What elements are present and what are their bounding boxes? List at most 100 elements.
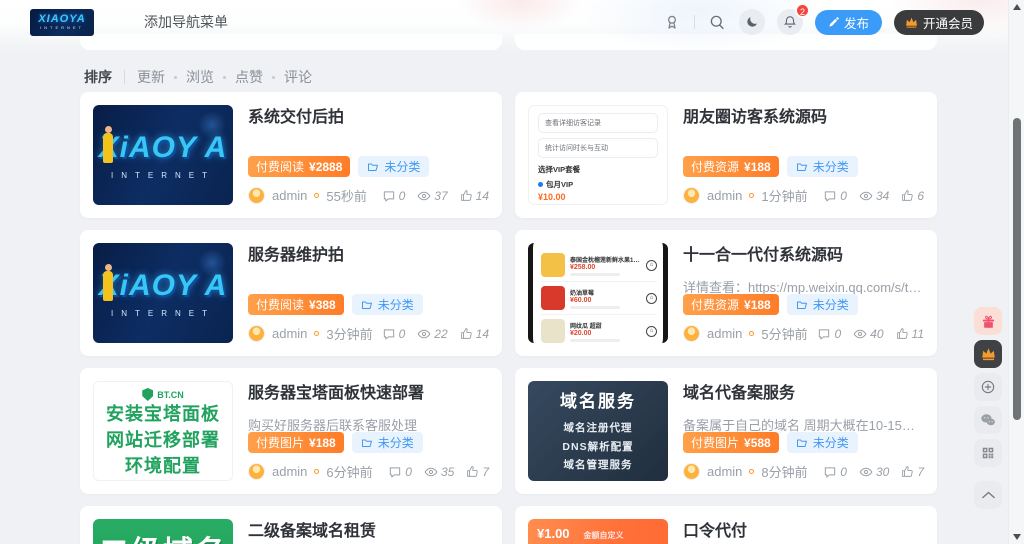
scrollbar-up-arrow[interactable]	[1013, 4, 1021, 10]
like-count[interactable]: 7	[466, 465, 489, 479]
paid-badge-label: 付费图片	[256, 436, 305, 450]
sort-option-update[interactable]: 更新	[137, 67, 165, 87]
crown-icon[interactable]	[974, 340, 1002, 368]
like-count-value: 7	[917, 464, 924, 479]
comment-count[interactable]: 0	[817, 327, 841, 341]
category-badge[interactable]: 未分类	[351, 432, 423, 453]
avatar[interactable]	[248, 187, 265, 204]
post-title[interactable]: 朋友圈访客系统源码	[683, 107, 924, 129]
search-icon[interactable]	[707, 12, 727, 32]
post-title[interactable]: 服务器宝塔面板快速部署	[248, 383, 489, 403]
thumbs-up-icon	[460, 328, 472, 339]
scrollbar-thumb[interactable]	[1013, 118, 1021, 420]
category-badge[interactable]: 未分类	[786, 432, 858, 453]
site-logo[interactable]: XIAOYA INTERNET	[30, 8, 94, 36]
folder-icon	[361, 439, 372, 447]
post-title[interactable]: 域名代备案服务	[683, 383, 924, 403]
post-thumbnail[interactable]: ¥1.00金额自定义实际金额以付款人确认付款时为准	[528, 519, 668, 544]
post-title[interactable]: 二级备案域名租赁	[248, 521, 489, 543]
post-card[interactable]: XiAOY A INTERNET 系统交付后拍 付费阅读 ¥2888 未分类 ad…	[80, 92, 502, 218]
plus-circle-icon[interactable]	[974, 373, 1002, 401]
sort-option-views[interactable]: 浏览	[186, 67, 214, 87]
gift-icon[interactable]	[974, 307, 1002, 335]
award-icon[interactable]	[662, 12, 682, 32]
eye-icon	[859, 467, 873, 476]
post-card[interactable]: XiAOY A INTERNET 服务器维护拍 付费阅读 ¥388 未分类 adm…	[80, 230, 502, 356]
sort-dot	[174, 75, 177, 79]
back-to-top-icon[interactable]	[974, 481, 1002, 509]
author-name[interactable]: admin	[272, 464, 307, 479]
post-card[interactable]: 域名服务 域名注册代理 DNS解析配置 域名管理服务 域名代备案服务 备案属于自己的域…	[515, 368, 937, 494]
avatar[interactable]	[683, 463, 700, 480]
comment-count[interactable]: 0	[382, 189, 405, 203]
post-card[interactable]: 查看详细访客记录 统计访问时长与互动 选择VIP套餐 包月VIP ¥10.00 朋友圈访…	[515, 92, 937, 218]
qrcode-icon[interactable]	[974, 439, 1002, 467]
view-count-value: 30	[875, 464, 890, 479]
view-count-value: 34	[875, 188, 890, 203]
category-badge[interactable]: 未分类	[786, 294, 858, 315]
paid-badge-price: ¥188	[744, 297, 771, 312]
avatar[interactable]	[683, 187, 700, 204]
author-name[interactable]: admin	[272, 326, 307, 341]
avatar[interactable]	[248, 463, 265, 480]
category-badge[interactable]: 未分类	[351, 294, 423, 315]
category-label: 未分类	[812, 298, 849, 312]
comment-count[interactable]: 0	[823, 189, 847, 203]
comment-count[interactable]: 0	[388, 465, 412, 479]
comment-count[interactable]: 0	[823, 465, 847, 479]
like-count[interactable]: 14	[460, 327, 489, 341]
eye-icon	[853, 329, 867, 338]
category-badge[interactable]: 未分类	[786, 156, 858, 177]
post-thumbnail[interactable]: 查看详细访客记录 统计访问时长与互动 选择VIP套餐 包月VIP ¥10.00	[528, 105, 668, 205]
dark-mode-toggle[interactable]	[738, 9, 765, 35]
comment-icon	[383, 328, 394, 339]
like-count-value: 7	[482, 464, 489, 479]
post-title[interactable]: 服务器维护拍	[248, 245, 489, 267]
post-thumbnail[interactable]: BT.CN 安装宝塔面板 网站迁移部署 环境配置	[93, 381, 233, 481]
post-thumbnail[interactable]: XiAOY A INTERNET	[93, 243, 233, 343]
avatar[interactable]	[683, 325, 700, 342]
avatar[interactable]	[248, 325, 265, 342]
post-card[interactable]: 二级域名 二级备案域名租赁	[80, 506, 502, 544]
sort-label[interactable]: 排序	[84, 67, 112, 87]
author-name[interactable]: admin	[707, 188, 742, 203]
scrollbar[interactable]	[1008, 0, 1024, 544]
post-thumbnail[interactable]: 泰国金枕榴莲新鲜水果1… ¥258.00 ⌂ 奶油草莓 ¥60.00 ⌂ 网纹瓜 超甜 ¥20…	[528, 243, 668, 343]
post-card[interactable]: 泰国金枕榴莲新鲜水果1… ¥258.00 ⌂ 奶油草莓 ¥60.00 ⌂ 网纹瓜 超甜 ¥20…	[515, 230, 937, 356]
post-title[interactable]: 十一合一代付系统源码	[683, 245, 924, 265]
category-label: 未分类	[384, 160, 421, 174]
post-title[interactable]: 系统交付后拍	[248, 107, 489, 129]
post-card[interactable]: BT.CN 安装宝塔面板 网站迁移部署 环境配置 服务器宝塔面板快速部署 购买好服务器…	[80, 368, 502, 494]
post-thumbnail[interactable]: 域名服务 域名注册代理 DNS解析配置 域名管理服务	[528, 381, 668, 481]
author-name[interactable]: admin	[707, 326, 742, 341]
wechat-icon[interactable]	[974, 406, 1002, 434]
post-thumbnail[interactable]: XiAOY A INTERNET	[93, 105, 233, 205]
like-count-value: 14	[475, 326, 489, 341]
scrollbar-down-arrow[interactable]	[1013, 534, 1021, 540]
open-vip-button[interactable]: 开通会员	[893, 9, 984, 35]
paid-badge-label: 付费阅读	[256, 160, 305, 174]
like-count[interactable]: 7	[901, 465, 924, 479]
post-thumbnail[interactable]: 二级域名	[93, 519, 233, 544]
thumbs-up-icon	[902, 466, 913, 477]
author-level-dot	[314, 469, 320, 474]
notifications-button[interactable]: 2	[776, 3, 810, 35]
folder-icon	[796, 439, 807, 447]
sort-option-comments[interactable]: 评论	[284, 67, 312, 87]
post-card[interactable]: ¥1.00金额自定义实际金额以付款人确认付款时为准 口令代付	[515, 506, 937, 544]
nav-menu-item[interactable]: 添加导航菜单	[144, 12, 228, 32]
sort-option-likes[interactable]: 点赞	[235, 67, 263, 87]
author-name[interactable]: admin	[707, 464, 742, 479]
like-count[interactable]: 11	[896, 327, 924, 341]
header-divider	[693, 15, 695, 29]
like-count[interactable]: 6	[901, 189, 924, 203]
author-name[interactable]: admin	[272, 188, 307, 203]
comment-count[interactable]: 0	[382, 327, 405, 341]
post-title[interactable]: 口令代付	[683, 521, 924, 543]
like-count[interactable]: 14	[460, 189, 489, 203]
floating-action-panel	[974, 307, 1002, 509]
thumbs-up-icon	[896, 328, 908, 339]
category-badge[interactable]: 未分类	[358, 156, 430, 177]
meta-row: admin 55秒前 0 37 14	[248, 186, 489, 205]
publish-button[interactable]: 发布	[814, 9, 882, 35]
